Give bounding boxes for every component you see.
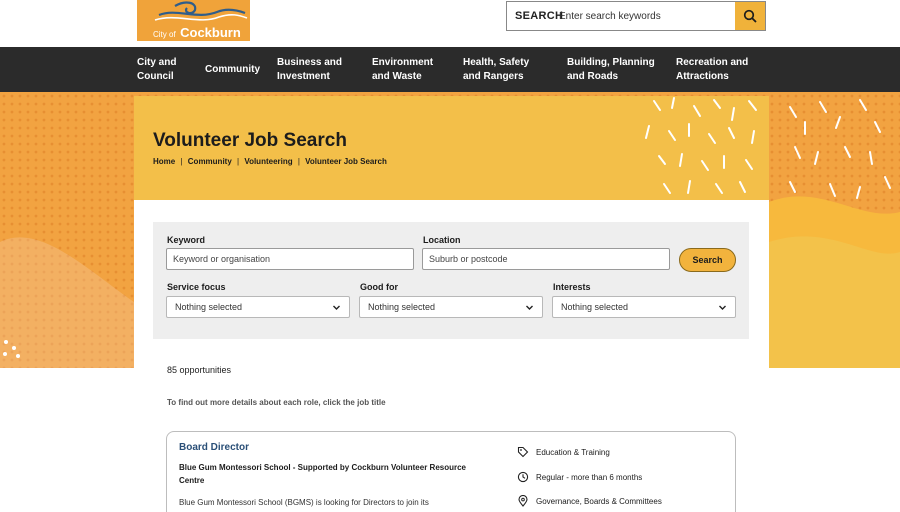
service-focus-value: Nothing selected [175,302,243,312]
interests-label: Interests [553,282,591,292]
location-label: Location [423,235,461,245]
good-for-select[interactable]: Nothing selected [359,296,543,318]
interests-value: Nothing selected [561,302,629,312]
opportunity-organisation: Blue Gum Montessori School - Supported b… [179,463,466,485]
search-label: SEARCH [515,10,564,22]
location-input[interactable] [422,248,670,270]
search-button[interactable] [735,2,765,30]
nav-label: Health, Safety [463,56,530,68]
breadcrumb-separator: | [180,157,183,166]
good-for-value: Nothing selected [368,302,436,312]
nav-label: Attractions [676,70,729,82]
nav-label: Recreation and [676,56,749,68]
keyword-label: Keyword [167,235,206,245]
main-nav: City and Council Community Business and In… [0,47,900,92]
tag-icon [517,446,529,458]
opportunity-title-link[interactable]: Board Director [179,442,249,453]
chevron-down-icon [333,305,340,310]
results-count: 85 opportunities [167,365,232,375]
service-focus-text: Governance, Boards & Committees [536,496,662,506]
form-search-button[interactable]: Search [679,248,736,272]
service-focus-label: Service focus [167,282,226,292]
results-hint: To find out more details about each role… [167,398,386,407]
nav-item-environment-and-waste[interactable]: Environment and Waste [372,47,433,92]
interests-select[interactable]: Nothing selected [552,296,736,318]
nav-item-community[interactable]: Community [205,47,260,92]
opportunity-category: Education & Training [517,446,610,458]
breadcrumb-separator: | [237,157,240,166]
breadcrumb: Home | Community | Volunteering | Volunt… [153,157,387,166]
nav-label: Investment [277,70,330,82]
opportunity-service-focus: Governance, Boards & Committees [517,495,662,507]
nav-label: and Rangers [463,70,524,82]
chevron-down-icon [719,305,726,310]
city-logo[interactable]: City of Cockburn [137,0,250,41]
duration-text: Regular - more than 6 months [536,472,643,482]
nav-item-building-planning-and-roads[interactable]: Building, Planning and Roads [567,47,655,92]
nav-item-city-and-council[interactable]: City and Council [137,47,176,92]
breadcrumb-home[interactable]: Home [153,157,175,166]
nav-label: Business and [277,56,343,68]
nav-label: Community [205,63,260,75]
page-title: Volunteer Job Search [153,130,347,151]
site-search: SEARCH [506,1,766,31]
nav-item-recreation-and-attractions[interactable]: Recreation and Attractions [676,47,748,92]
nav-label: and Roads [567,70,619,82]
nav-label: Environment [372,56,434,68]
service-focus-select[interactable]: Nothing selected [166,296,350,318]
location-pin-icon [518,495,528,507]
breadcrumb-volunteering[interactable]: Volunteering [244,157,292,166]
keyword-input[interactable] [166,248,414,270]
breadcrumb-separator: | [297,157,300,166]
nav-item-health-safety-and-rangers[interactable]: Health, Safety and Rangers [463,47,529,92]
nav-label: and Waste [372,70,422,82]
nav-item-business-and-investment[interactable]: Business and Investment [277,47,342,92]
opportunity-card: Board Director Blue Gum Montessori Schoo… [166,431,736,512]
category-text: Education & Training [536,447,610,457]
nav-label: City and [137,56,177,68]
clock-icon [517,471,529,483]
nav-label: Council [137,70,174,82]
header: City of Cockburn SEARCH [0,0,900,47]
chevron-down-icon [526,305,533,310]
good-for-label: Good for [360,282,398,292]
search-input[interactable] [559,6,731,26]
breadcrumb-current: Volunteer Job Search [305,157,387,166]
logo-wordmark: City of Cockburn [153,25,241,40]
opportunity-duration: Regular - more than 6 months [517,471,642,483]
breadcrumb-community[interactable]: Community [188,157,232,166]
opportunity-description: Blue Gum Montessori School (BGMS) is loo… [179,498,429,507]
nav-label: Building, Planning [567,56,655,68]
search-icon [743,9,757,23]
